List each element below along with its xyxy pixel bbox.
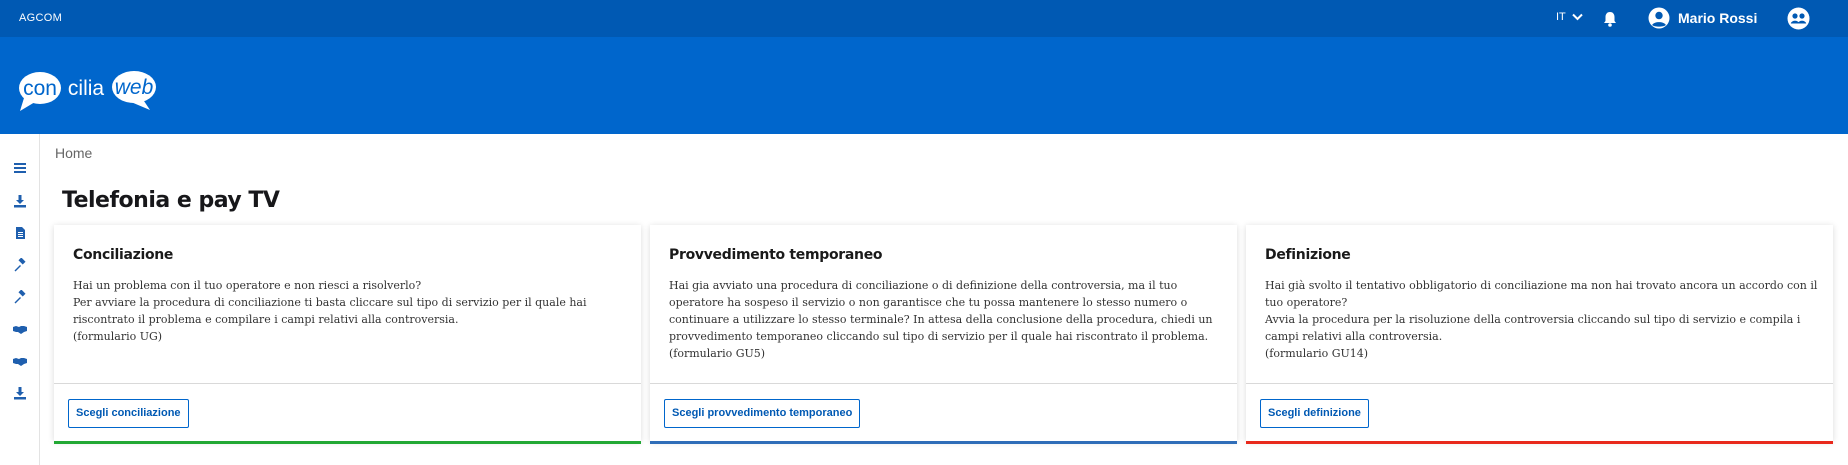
card-accent-bar xyxy=(54,441,641,444)
card-text-line: (formulario GU5) xyxy=(669,347,766,360)
card-conciliazione: Conciliazione Hai un problema con il tuo… xyxy=(54,225,641,444)
card-definizione: Definizione Hai già svolto il tentativo … xyxy=(1246,225,1833,444)
card-title: Conciliazione xyxy=(73,247,174,263)
card-accent-bar xyxy=(650,441,1237,444)
card-provvedimento-temporaneo: Provvedimento temporaneo Hai gia avviato… xyxy=(650,225,1237,444)
conciliaweb-logo[interactable]: con cilia web xyxy=(18,67,158,117)
scegli-provvedimento-temporaneo-button[interactable]: Scegli provvedimento temporaneo xyxy=(664,399,861,428)
scegli-conciliazione-button[interactable]: Scegli conciliazione xyxy=(68,399,189,428)
bell-icon[interactable] xyxy=(1601,10,1619,28)
card-divider xyxy=(1246,383,1833,384)
user-name: Mario Rossi xyxy=(1678,10,1758,26)
card-description: Hai già svolto il tentativo obbligatorio… xyxy=(1265,277,1820,362)
download-icon[interactable] xyxy=(13,386,27,400)
breadcrumb[interactable]: Home xyxy=(55,145,92,161)
logo-text-web: web xyxy=(115,76,154,99)
people-group-icon[interactable] xyxy=(1787,7,1810,30)
card-title: Provvedimento temporaneo xyxy=(669,247,883,263)
card-divider xyxy=(650,383,1237,384)
site-header: con cilia web xyxy=(0,37,1848,134)
card-accent-bar xyxy=(1246,441,1833,444)
language-selector[interactable]: IT xyxy=(1556,11,1583,23)
gavel-icon[interactable] xyxy=(13,258,27,272)
language-label: IT xyxy=(1556,11,1566,23)
user-avatar-icon xyxy=(1648,7,1670,29)
logo-text-cilia: cilia xyxy=(68,77,104,100)
card-title: Definizione xyxy=(1265,247,1351,263)
card-text-line: (formulario GU14) xyxy=(1265,347,1369,360)
download-icon[interactable] xyxy=(13,194,27,208)
top-bar: AGCOM IT Mario Rossi xyxy=(0,0,1848,37)
chevron-down-icon xyxy=(1572,13,1583,21)
brand-link[interactable]: AGCOM xyxy=(19,12,62,24)
card-text-line: (formulario UG) xyxy=(73,330,163,343)
user-menu[interactable]: Mario Rossi xyxy=(1648,7,1757,29)
handshake-icon[interactable] xyxy=(13,322,27,336)
card-text-line: Avvia la procedura per la risoluzione de… xyxy=(1265,313,1801,343)
card-text-line: Per avviare la procedura di conciliazion… xyxy=(73,296,587,326)
document-icon[interactable] xyxy=(13,226,27,240)
handshake-icon[interactable] xyxy=(13,354,27,368)
card-description: Hai un problema con il tuo operatore e n… xyxy=(73,277,628,345)
card-text-line: Hai gia avviato una procedura di concili… xyxy=(669,279,1213,343)
card-description: Hai gia avviato una procedura di concili… xyxy=(669,277,1224,362)
scegli-definizione-button[interactable]: Scegli definizione xyxy=(1260,399,1369,428)
menu-icon[interactable] xyxy=(13,161,27,175)
card-text-line: Hai già svolto il tentativo obbligatorio… xyxy=(1265,279,1818,309)
page-title: Telefonia e pay TV xyxy=(62,188,280,213)
gavel-icon[interactable] xyxy=(13,290,27,304)
logo-text-con: con xyxy=(23,77,57,100)
card-text-line: Hai un problema con il tuo operatore e n… xyxy=(73,279,422,292)
sidebar xyxy=(0,134,40,465)
card-divider xyxy=(54,383,641,384)
